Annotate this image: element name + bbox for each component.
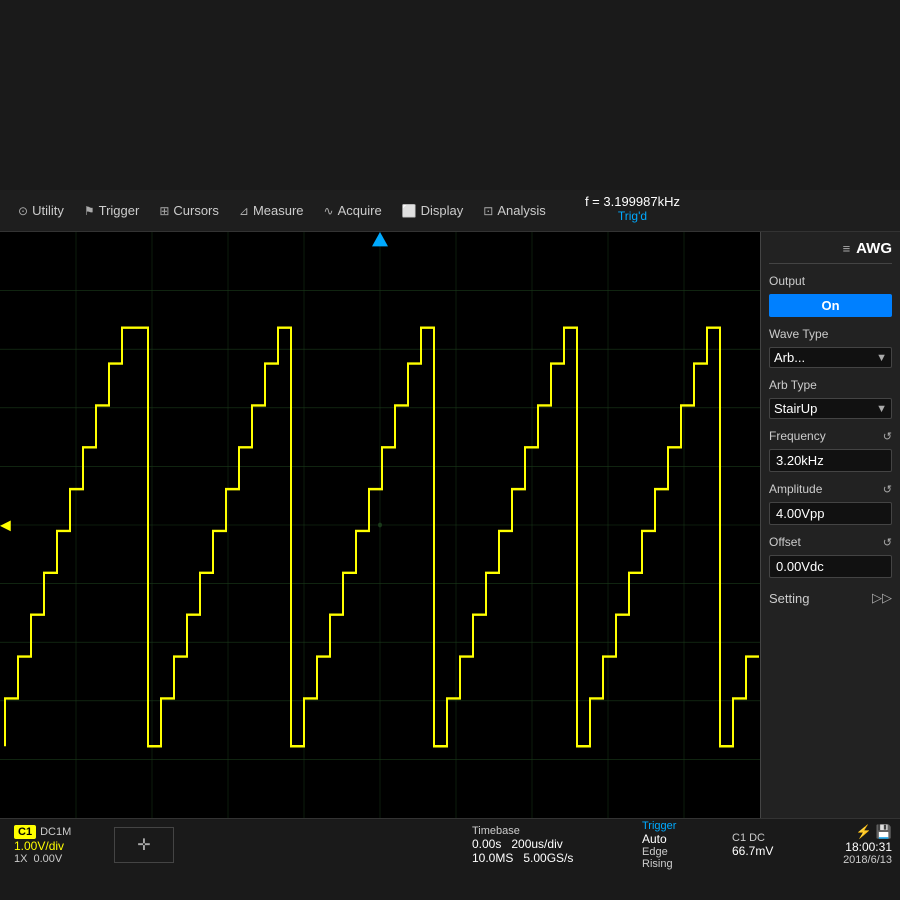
arb-type-value: StairUp bbox=[774, 401, 817, 416]
frequency-label: Frequency ↺ bbox=[769, 429, 892, 443]
setting-arrows-icon: ▷▷ bbox=[872, 590, 892, 606]
setting-row[interactable]: Setting ▷▷ bbox=[769, 590, 892, 606]
menu-acquire-label: Acquire bbox=[338, 203, 382, 218]
menu-cursors-label: Cursors bbox=[173, 203, 219, 218]
arb-type-arrow: ▼ bbox=[876, 403, 887, 415]
ch1dc-label: C1 DC bbox=[732, 832, 802, 844]
arb-type-label: Arb Type bbox=[769, 378, 892, 392]
time-value: 18:00:31 bbox=[845, 840, 892, 854]
date-value: 2018/6/13 bbox=[843, 854, 892, 866]
time-block: ⚡ 💾 18:00:31 2018/6/13 bbox=[812, 824, 892, 866]
frequency-value[interactable]: 3.20kHz bbox=[769, 449, 892, 472]
save-icon: 💾 bbox=[876, 824, 892, 840]
menu-acquire[interactable]: ∿ Acquire bbox=[314, 199, 392, 222]
cursors-icon: ⊞ bbox=[159, 204, 169, 218]
panel-title: AWG bbox=[856, 240, 892, 257]
acquire-icon: ∿ bbox=[324, 204, 334, 218]
menu-measure-label: Measure bbox=[253, 203, 304, 218]
freq-value: f = 3.199987kHz bbox=[585, 194, 680, 209]
menu-trigger-label: Trigger bbox=[99, 203, 140, 218]
time-icons: ⚡ 💾 bbox=[856, 824, 892, 840]
offset-refresh-icon: ↺ bbox=[883, 536, 892, 549]
display-icon: ⬜ bbox=[402, 204, 417, 218]
main-area: ◀ ≡ AWG Output On Wave Type Arb... ▼ Arb… bbox=[0, 232, 900, 818]
analysis-icon: ⊡ bbox=[483, 204, 493, 218]
tb-pos: 0.00s bbox=[472, 837, 501, 851]
amplitude-value[interactable]: 4.00Vpp bbox=[769, 502, 892, 525]
ch1dc-block: C1 DC 66.7mV bbox=[732, 832, 802, 858]
trig-status: Trig'd bbox=[585, 209, 680, 223]
menu-trigger[interactable]: ⚑ Trigger bbox=[74, 199, 149, 222]
setting-label: Setting bbox=[769, 591, 809, 606]
ch1-coupling: DC1M bbox=[40, 826, 71, 838]
utility-icon: ⊙ bbox=[18, 204, 28, 218]
menu-measure[interactable]: ⊿ Measure bbox=[229, 199, 314, 222]
measure-icon: ⊿ bbox=[239, 204, 249, 218]
ch1-block: C1 DC1M 1.00V/div 1X 0.00V bbox=[8, 823, 108, 867]
waveform-display bbox=[0, 232, 760, 818]
usb-icon: ⚡ bbox=[856, 824, 872, 840]
awg-panel: ≡ AWG Output On Wave Type Arb... ▼ Arb T… bbox=[760, 232, 900, 818]
menu-analysis[interactable]: ⊡ Analysis bbox=[473, 199, 555, 222]
freq-display: f = 3.199987kHz Trig'd bbox=[585, 194, 680, 223]
trigger-header: Trigger bbox=[642, 820, 722, 832]
panel-header: ≡ AWG bbox=[769, 240, 892, 264]
scope-screen: ◀ bbox=[0, 232, 760, 818]
cursor-box: ✛ bbox=[114, 827, 174, 863]
tb-div: 200us/div bbox=[511, 837, 562, 851]
menu-utility-label: Utility bbox=[32, 203, 64, 218]
timebase-label: Timebase bbox=[472, 825, 632, 837]
ch1-probe: 1X bbox=[14, 853, 27, 865]
timebase-block: Timebase 0.00s 200us/div 10.0MS 5.00GS/s bbox=[472, 825, 632, 865]
frequency-refresh-icon: ↺ bbox=[883, 430, 892, 443]
arb-type-dropdown[interactable]: StairUp ▼ bbox=[769, 398, 892, 419]
tb-rate: 5.00GS/s bbox=[523, 851, 573, 865]
channel-arrow: ◀ bbox=[0, 517, 11, 534]
output-button[interactable]: On bbox=[769, 294, 892, 317]
trig-level: 66.7mV bbox=[732, 844, 802, 858]
status-bar: C1 DC1M 1.00V/div 1X 0.00V ✛ Timebase 0.… bbox=[0, 818, 900, 870]
panel-menu-icon: ≡ bbox=[843, 241, 851, 256]
trigger-icon: ⚑ bbox=[84, 204, 95, 218]
menu-analysis-label: Analysis bbox=[497, 203, 545, 218]
offset-value[interactable]: 0.00Vdc bbox=[769, 555, 892, 578]
trig-mode: Auto bbox=[642, 832, 722, 846]
trig-subtype: Rising bbox=[642, 858, 722, 870]
menu-utility[interactable]: ⊙ Utility bbox=[8, 199, 74, 222]
ch1-div: 1.00V/div bbox=[14, 839, 102, 853]
amplitude-label: Amplitude ↺ bbox=[769, 482, 892, 496]
wave-type-label: Wave Type bbox=[769, 327, 892, 341]
trig-type: Edge bbox=[642, 846, 722, 858]
oscilloscope-container: ⊙ Utility ⚑ Trigger ⊞ Cursors ⊿ Measure … bbox=[0, 190, 900, 870]
ch1-badge: C1 bbox=[14, 825, 36, 839]
wave-type-dropdown[interactable]: Arb... ▼ bbox=[769, 347, 892, 368]
amplitude-refresh-icon: ↺ bbox=[883, 483, 892, 496]
wave-type-value: Arb... bbox=[774, 350, 805, 365]
wave-type-arrow: ▼ bbox=[876, 352, 887, 364]
menu-display-label: Display bbox=[421, 203, 464, 218]
menu-display[interactable]: ⬜ Display bbox=[392, 199, 474, 222]
menu-cursors[interactable]: ⊞ Cursors bbox=[149, 199, 229, 222]
menu-bar: ⊙ Utility ⚑ Trigger ⊞ Cursors ⊿ Measure … bbox=[0, 190, 900, 232]
trigger-block: Trigger Auto Edge Rising bbox=[642, 820, 722, 870]
offset-label: Offset ↺ bbox=[769, 535, 892, 549]
ch1-offset: 0.00V bbox=[33, 853, 62, 865]
cursor-cross-icon: ✛ bbox=[137, 835, 150, 855]
ch1-label-row: C1 DC1M bbox=[14, 825, 102, 839]
output-label: Output bbox=[769, 274, 892, 288]
tb-total: 10.0MS bbox=[472, 851, 513, 865]
